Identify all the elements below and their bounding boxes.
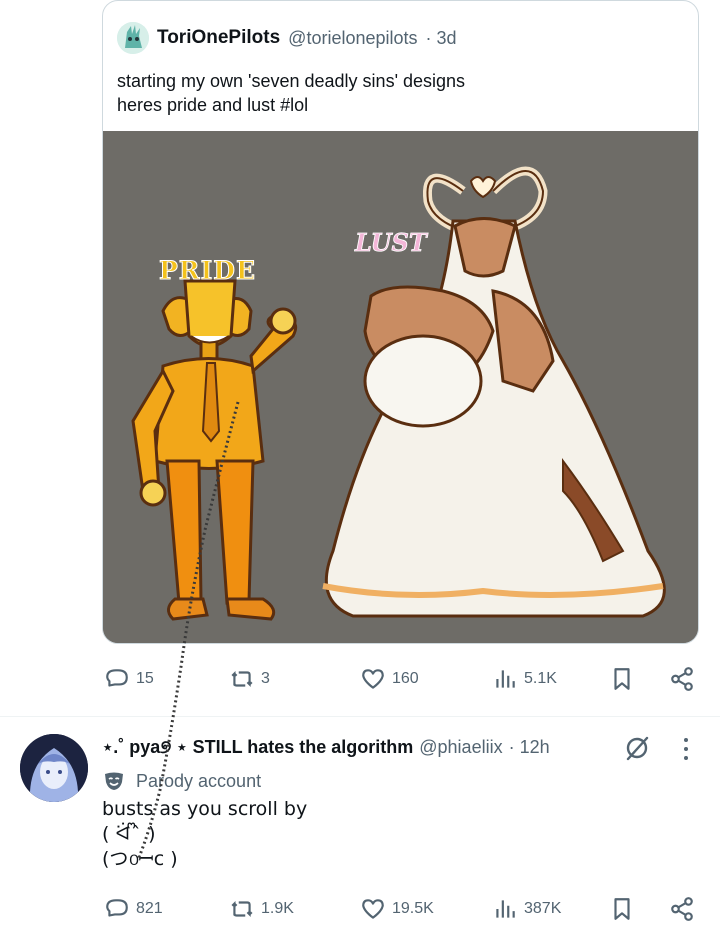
like-count: 160 (392, 670, 419, 687)
quoted-tweet-image[interactable]: PRIDE LUST (103, 131, 698, 643)
quoted-author-avatar[interactable] (117, 22, 149, 54)
reply-count: 821 (136, 900, 163, 917)
repost-button[interactable]: 1.9K (229, 892, 294, 926)
bookmark-icon (614, 668, 630, 690)
views-count: 387K (524, 900, 562, 917)
like-icon (362, 899, 384, 919)
share-icon (671, 667, 693, 691)
repost-icon (231, 670, 253, 688)
pride-label: PRIDE (159, 256, 256, 285)
share-button[interactable] (669, 662, 695, 696)
views-count: 5.1K (524, 670, 557, 687)
quoted-tweet-actions: 15 3 160 5.1K (102, 662, 700, 696)
like-button[interactable]: 160 (360, 662, 419, 696)
reply-author-avatar[interactable] (20, 734, 88, 802)
views-icon (496, 670, 515, 688)
artwork-illustration: PRIDE LUST (103, 131, 698, 643)
reply-author-name[interactable]: ⋆.˚ pya୭ ⋆ STILL hates the algorithm (102, 737, 413, 758)
views-button[interactable]: 5.1K (492, 662, 557, 696)
like-button[interactable]: 19.5K (360, 892, 434, 926)
reply-icon (106, 669, 128, 687)
quoted-author-name[interactable]: ToriOnePilots (157, 27, 280, 49)
reply-actions: 821 1.9K 19.5K 387K (102, 892, 700, 926)
reply-header: ⋆.˚ pya୭ ⋆ STILL hates the algorithm @ph… (102, 734, 550, 760)
reply-time[interactable]: · 12h (509, 737, 550, 758)
tweet-divider (0, 716, 720, 717)
views-button[interactable]: 387K (492, 892, 561, 926)
like-count: 19.5K (392, 900, 434, 917)
quoted-author-handle[interactable]: @torielonepilots (288, 28, 417, 49)
quoted-tweet-card[interactable]: ToriOnePilots @torielonepilots · 3d star… (102, 0, 699, 644)
quoted-tweet-time[interactable]: · 3d (426, 28, 457, 49)
share-icon (671, 897, 693, 921)
share-button[interactable] (669, 892, 695, 926)
repost-count: 3 (261, 670, 270, 687)
grok-icon[interactable] (622, 733, 652, 763)
like-icon (362, 669, 384, 689)
views-icon (496, 900, 515, 918)
reply-count: 15 (136, 670, 154, 687)
repost-button[interactable]: 3 (229, 662, 270, 696)
lust-label: LUST (354, 228, 429, 257)
more-icon[interactable] (676, 735, 696, 763)
reply-author-handle[interactable]: @phiaeliix (419, 737, 502, 758)
parody-mask-icon (105, 772, 123, 790)
reply-icon (106, 899, 128, 917)
repost-count: 1.9K (261, 900, 294, 917)
quoted-tweet-text: starting my own 'seven deadly sins' desi… (117, 71, 466, 115)
reply-button[interactable]: 821 (104, 892, 163, 926)
parody-label-text: Parody account (136, 770, 262, 791)
bookmark-button[interactable] (609, 892, 635, 926)
quoted-tweet-header: ToriOnePilots @torielonepilots · 3d (117, 21, 457, 55)
reply-button[interactable]: 15 (104, 662, 154, 696)
repost-icon (231, 900, 253, 918)
bookmark-button[interactable] (609, 662, 635, 696)
reply-text: busts as you scroll by ( ᐛ ᩚ ̀ ​) (つ൦ꟷc … (102, 798, 308, 870)
bookmark-icon (614, 898, 630, 920)
parody-account-label: Parody account (102, 768, 261, 794)
